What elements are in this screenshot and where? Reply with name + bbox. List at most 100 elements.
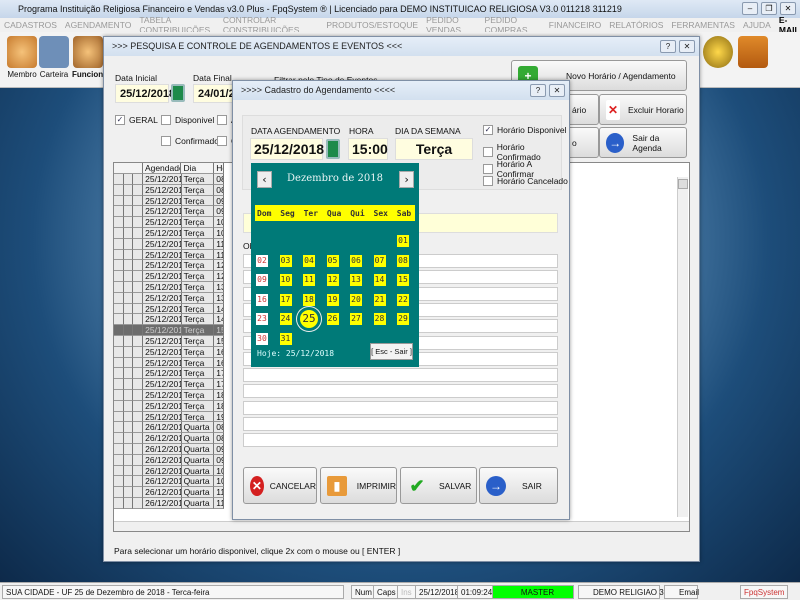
calendar-day[interactable]: 19 [326,293,339,306]
sair-button[interactable]: → SAIR [479,467,558,504]
calendar-day[interactable]: 29 [397,313,409,325]
next-month-button[interactable]: › [399,171,414,188]
excluir-horario-button[interactable]: ✕ Excluir Horario [599,94,687,125]
salvar-button[interactable]: ✔ SALVAR [400,467,477,504]
sair-agenda-button[interactable]: → Sair da Agenda [599,127,687,158]
header-dia[interactable]: Dia [181,163,215,174]
obs-line[interactable] [243,384,558,399]
table-row[interactable]: 25/12/2018Terça08: [114,174,224,185]
checkbox[interactable] [483,147,493,157]
close-button[interactable]: ✕ [679,40,695,53]
check-disponivel[interactable]: Disponivel [161,115,214,125]
menu-item[interactable]: AGENDAMENTO [65,20,131,30]
calendar-day[interactable]: 25 [300,310,318,328]
close-button[interactable]: ✕ [549,84,565,97]
status-checkbox[interactable]: Horário Cancelado [483,176,568,186]
header-hora[interactable]: Ho [214,163,224,174]
table-row[interactable]: 25/12/2018Terça16: [114,346,224,358]
check-confirmado[interactable]: Confirmado [161,136,219,146]
table-row[interactable]: 25/12/2018Terça15: [114,325,224,336]
header-agendado[interactable]: Agendado [142,163,182,174]
menu-item[interactable]: FINANCEIRO [549,20,601,30]
calendar-icon[interactable] [326,139,340,159]
menu-item[interactable]: FERRAMENTAS [671,20,735,30]
table-row[interactable]: 25/12/2018Terça16: [114,357,224,369]
status-brand[interactable]: FpqSystem [740,585,789,599]
calendar-day[interactable]: 31 [279,332,292,345]
vertical-scrollbar[interactable] [677,177,688,517]
table-row[interactable]: 25/12/2018Terça18: [114,390,224,401]
table-row[interactable]: 25/12/2018Terça14: [114,303,224,315]
table-row[interactable]: 25/12/2018Terça11: [114,249,224,261]
calendar-day[interactable]: 23 [256,313,268,325]
table-row[interactable]: 26/12/2018Quarta10: [114,476,224,488]
calendar-day[interactable]: 05 [326,254,339,267]
calendar-day[interactable]: 12 [326,274,339,286]
data-inicial-input[interactable]: 25/12/2018 [115,84,175,103]
status-checkbox[interactable]: ✓ Horário Disponivel [483,125,566,135]
checkbox[interactable]: ✓ [483,125,493,135]
help-button[interactable]: ? [530,84,546,97]
calendar-day[interactable]: 04 [303,254,315,267]
help-button[interactable]: ? [660,40,676,53]
hora-input[interactable]: 15:00 [348,138,388,160]
calendar-day[interactable]: 24 [279,313,292,325]
calendar-day[interactable]: 27 [350,313,362,325]
table-row[interactable]: 26/12/2018Quarta08: [114,433,224,444]
table-row[interactable]: 25/12/2018Terça15: [114,336,224,347]
calendar-day[interactable]: 08 [397,254,409,267]
table-row[interactable]: 26/12/2018Quarta09: [114,454,224,466]
calendar-day[interactable]: 01 [397,235,409,247]
calendar-icon[interactable] [171,84,185,102]
table-row[interactable]: 25/12/2018Terça09: [114,206,224,218]
check-geral[interactable]: ✓ GERAL [115,115,158,125]
toolbar-funcionario[interactable]: Funciona [72,36,108,79]
calendar-day[interactable]: 26 [326,313,339,325]
close-button[interactable]: ✕ [780,2,796,15]
cancelar-button[interactable]: ✕ CANCELAR [243,467,317,504]
calendar-day[interactable]: 16 [256,293,268,306]
calendar-day[interactable]: 13 [350,274,362,286]
menu-item[interactable]: PRODUTOS/ESTOQUE [326,20,418,30]
calendar-day[interactable]: 21 [373,293,386,306]
table-row[interactable]: 25/12/2018Terça14: [114,314,224,326]
calendar-day[interactable]: 03 [279,254,292,267]
calendar-day[interactable]: 28 [373,313,386,325]
calendar-day[interactable]: 22 [397,293,409,306]
prev-month-button[interactable]: ‹ [257,171,272,188]
toolbar-membro[interactable]: Membro [6,36,38,79]
table-row[interactable]: 26/12/2018Quarta10: [114,465,224,477]
table-row[interactable]: 25/12/2018Terça17: [114,379,224,390]
data-agendamento-input[interactable]: 25/12/2018 [250,138,324,160]
data-final-input[interactable]: 24/01/2019 [193,84,233,103]
table-row[interactable]: 25/12/2018Terça10: [114,217,224,228]
calendar-day[interactable]: 09 [256,274,268,286]
obs-line[interactable] [243,417,558,431]
checkbox[interactable] [483,176,493,186]
obs-line[interactable] [243,433,558,448]
maximize-button[interactable]: ❐ [761,2,777,15]
obs-line[interactable] [243,368,558,383]
table-row[interactable]: 25/12/2018Terça08: [114,184,224,196]
toolbar-finance[interactable] [702,36,734,70]
calendar-day[interactable]: 11 [303,274,315,286]
table-row[interactable]: 25/12/2018Terça13: [114,282,224,293]
toolbar-exit[interactable] [737,36,769,70]
calendar-day[interactable]: 20 [350,293,362,306]
calendar-day[interactable]: 10 [279,274,292,286]
table-row[interactable]: 25/12/2018Terça10: [114,228,224,239]
checkbox[interactable] [483,164,493,174]
calendar-day[interactable]: 18 [303,293,315,306]
table-row[interactable]: 25/12/2018Terça18: [114,400,224,412]
table-row[interactable]: 25/12/2018Terça11: [114,238,224,250]
calendar-day[interactable]: 15 [397,274,409,286]
calendar-day[interactable]: 14 [373,274,386,286]
obs-line[interactable] [243,400,558,415]
table-row[interactable]: 25/12/2018Terça13: [114,292,224,304]
scroll-thumb[interactable] [678,179,688,189]
table-row[interactable]: 26/12/2018Quarta11: [114,487,224,498]
table-row[interactable]: 25/12/2018Terça12: [114,260,224,272]
minimize-button[interactable]: – [742,2,758,15]
menu-item[interactable]: CADASTROS [4,20,57,30]
menu-item[interactable]: RELATÓRIOS [609,20,663,30]
